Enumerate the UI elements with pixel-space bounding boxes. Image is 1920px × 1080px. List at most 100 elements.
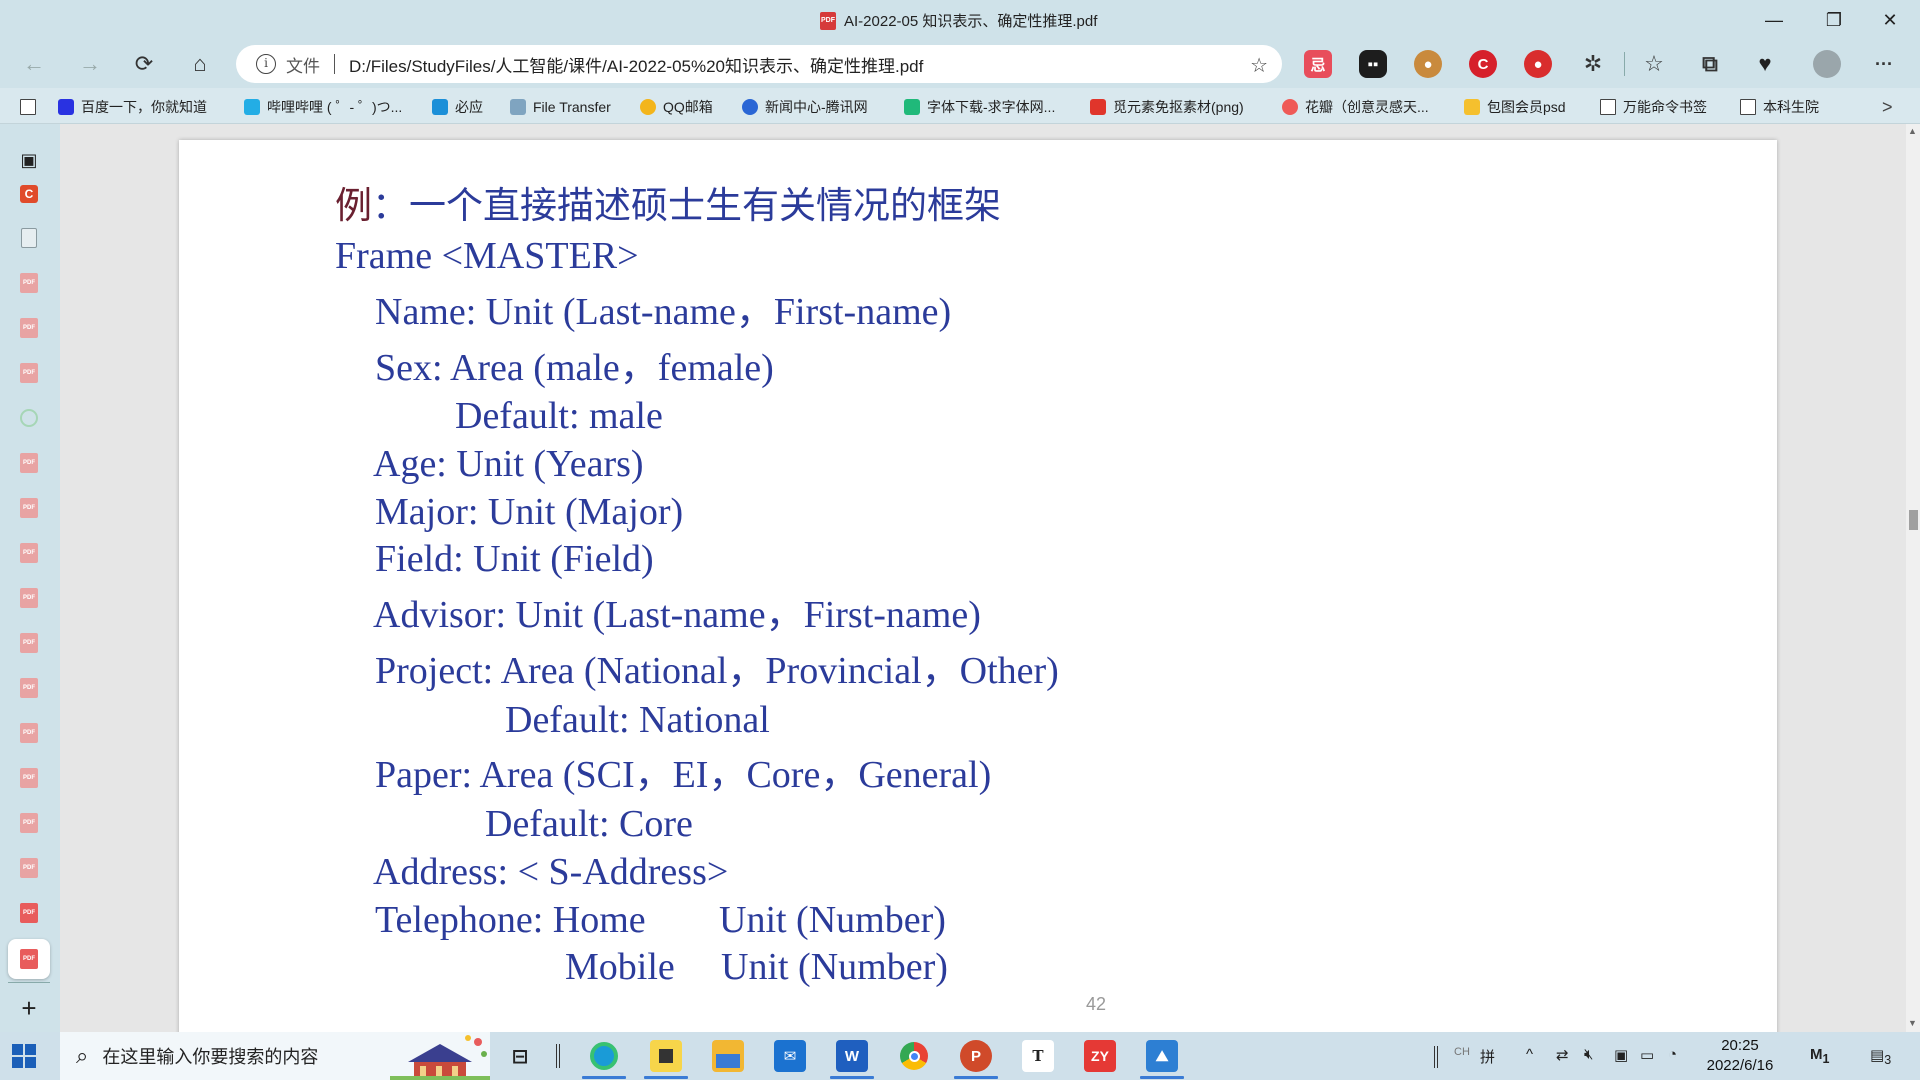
- display-icon[interactable]: ▣: [1614, 1046, 1628, 1064]
- profile-avatar[interactable]: [1813, 50, 1841, 78]
- browser-essentials-icon[interactable]: ♥: [1751, 50, 1779, 78]
- reload-button[interactable]: ⟳: [126, 48, 162, 80]
- home-button[interactable]: ⌂: [182, 48, 218, 80]
- notification-count: 3: [1884, 1053, 1892, 1067]
- huaban-icon: [1282, 99, 1298, 115]
- bookmark-huaban[interactable]: 花瓣（创意灵感天...: [1282, 96, 1429, 118]
- tab-site[interactable]: [17, 406, 41, 430]
- tab-pdf[interactable]: PDF: [17, 586, 41, 610]
- ime-mode[interactable]: 拼: [1480, 1046, 1495, 1067]
- new-tab-button[interactable]: +: [17, 993, 41, 1023]
- red-c-ext-icon[interactable]: C: [1469, 50, 1497, 78]
- tab-pdf[interactable]: PDF: [17, 901, 41, 925]
- bookmark-command[interactable]: 万能命令书签: [1600, 96, 1707, 118]
- tab-pdf[interactable]: PDF: [17, 271, 41, 295]
- vertical-scrollbar[interactable]: ▲ ▼: [1906, 124, 1920, 1032]
- tab-pdf[interactable]: PDF: [17, 676, 41, 700]
- notifications-icon[interactable]: ▤3: [1870, 1046, 1891, 1067]
- scroll-down-arrow-icon[interactable]: ▼: [1908, 1018, 1917, 1028]
- mail-icon[interactable]: ✉: [774, 1040, 806, 1072]
- pdf-icon: PDF: [20, 858, 38, 878]
- word-icon[interactable]: W: [836, 1040, 868, 1072]
- tab-pdf[interactable]: PDF: [17, 766, 41, 790]
- bookmark-bilibili[interactable]: 哔哩哔哩 ( ゜- ゜)つ...: [244, 96, 402, 118]
- url-scheme-label: 文件: [286, 56, 320, 76]
- bookmark-undergrad[interactable]: 本科生院: [1740, 96, 1819, 118]
- tab-pdf[interactable]: PDF: [17, 631, 41, 655]
- zy-icon[interactable]: ZY: [1084, 1040, 1116, 1072]
- tab-pdf[interactable]: PDF: [17, 856, 41, 880]
- bookmark-baotu[interactable]: 包图会员psd: [1464, 96, 1566, 118]
- minimize-button[interactable]: —: [1746, 4, 1802, 36]
- taskbar-search[interactable]: ⌕ 在这里输入你要搜索的内容: [60, 1032, 490, 1080]
- chrome-icon[interactable]: [898, 1040, 930, 1072]
- bookmark-tencent-news[interactable]: 新闻中心-腾讯网: [742, 96, 868, 118]
- bookmark-file-transfer[interactable]: File Transfer: [510, 96, 611, 118]
- qq-mail-icon: [640, 99, 656, 115]
- sticky-notes-icon[interactable]: [650, 1040, 682, 1072]
- telephone-home-unit: Unit (Number): [719, 899, 946, 941]
- collections-icon[interactable]: ⧉: [1696, 50, 1724, 78]
- monkey-ext-icon[interactable]: ●: [1414, 50, 1442, 78]
- settings-toggle-icon[interactable]: ⇄: [1556, 1046, 1569, 1064]
- more-menu-button[interactable]: ···: [1870, 50, 1898, 78]
- address-bar[interactable]: i 文件 D:/Files/StudyFiles/人工智能/课件/AI-2022…: [236, 45, 1282, 83]
- tab-pdf[interactable]: PDF: [17, 496, 41, 520]
- pdf-icon: PDF: [20, 318, 38, 338]
- site-info-icon[interactable]: i: [256, 54, 276, 74]
- favorites-icon[interactable]: ☆: [1640, 50, 1668, 78]
- photos-icon[interactable]: ⛰: [1146, 1040, 1178, 1072]
- add-favorite-icon[interactable]: ☆: [1250, 53, 1268, 78]
- tab-pdf[interactable]: PDF: [17, 541, 41, 565]
- bookmark-baidu[interactable]: 百度一下，你就知道: [58, 96, 207, 118]
- tab-pdf[interactable]: PDF: [17, 361, 41, 385]
- volume-muted-icon[interactable]: 🔇︎: [1584, 1046, 1593, 1063]
- tab-pdf[interactable]: PDF: [17, 316, 41, 340]
- close-button[interactable]: ✕: [1862, 4, 1918, 36]
- typora-icon[interactable]: T: [1022, 1040, 1054, 1072]
- url-text[interactable]: D:/Files/StudyFiles/人工智能/课件/AI-2022-05%2…: [349, 52, 923, 77]
- font-site-icon: [904, 99, 920, 115]
- bookmark-font-download[interactable]: 字体下载-求字体网...: [904, 96, 1055, 118]
- bookmark-qq-mail[interactable]: QQ邮箱: [640, 96, 713, 118]
- bookmark-miyuansu[interactable]: 觅元素免抠素材(png): [1090, 96, 1244, 118]
- advisor-slot: Advisor: Unit (Last-name，First-name): [373, 594, 981, 636]
- page-icon: [1740, 99, 1756, 115]
- tab-c-site[interactable]: C: [17, 182, 41, 206]
- red-ext-icon[interactable]: 忌: [1304, 50, 1332, 78]
- bookmarks-overflow-button[interactable]: >: [1882, 96, 1893, 118]
- input-language[interactable]: CH: [1454, 1046, 1470, 1058]
- powerpoint-icon[interactable]: P: [960, 1040, 992, 1072]
- tab-pdf[interactable]: PDF: [17, 811, 41, 835]
- tab-pdf[interactable]: PDF: [17, 451, 41, 475]
- tab-pdf-active[interactable]: PDF: [8, 939, 50, 979]
- pdf-icon: PDF: [20, 273, 38, 293]
- task-view-icon[interactable]: ⊟: [504, 1040, 536, 1072]
- restore-button[interactable]: ❐: [1806, 4, 1862, 36]
- system-clock[interactable]: 20:25 2022/6/16: [1700, 1036, 1780, 1076]
- battery-icon[interactable]: ▭: [1640, 1046, 1654, 1064]
- bookmarks-doc-icon[interactable]: [20, 96, 36, 118]
- tray-chevron-icon[interactable]: ^: [1526, 1046, 1533, 1063]
- dark-ext-icon[interactable]: ▪▪: [1359, 50, 1387, 78]
- tab-actions-icon[interactable]: ▣: [17, 148, 41, 172]
- bookmarks-bar: 百度一下，你就知道 哔哩哔哩 ( ゜- ゜)つ... 必应 File Trans…: [0, 88, 1920, 124]
- puzzle-icon[interactable]: ✲: [1579, 50, 1607, 78]
- start-button[interactable]: [12, 1044, 36, 1068]
- tab-pdf[interactable]: PDF: [17, 721, 41, 745]
- site-icon: [20, 409, 38, 427]
- pdf-icon: PDF: [20, 543, 38, 563]
- tab-blank[interactable]: [17, 226, 41, 250]
- ball-ext-icon[interactable]: ●: [1524, 50, 1552, 78]
- bookmark-bing[interactable]: 必应: [432, 96, 483, 118]
- scroll-up-arrow-icon[interactable]: ▲: [1908, 126, 1917, 136]
- meet-now-icon[interactable]: M1: [1810, 1046, 1829, 1066]
- pdf-viewer[interactable]: 例：一个直接描述硕士生有关情况的框架 Frame <MASTER> Name: …: [60, 124, 1906, 1032]
- file-explorer-icon[interactable]: [712, 1040, 744, 1072]
- forward-button[interactable]: →: [72, 48, 108, 80]
- heading-text: ：一个直接描述硕士生有关情况的框架: [372, 184, 1001, 227]
- scrollbar-thumb[interactable]: [1909, 510, 1918, 530]
- back-button[interactable]: ←: [16, 48, 52, 80]
- edge-icon[interactable]: [588, 1040, 620, 1072]
- wifi-icon[interactable]: ◔: [1668, 1046, 1677, 1063]
